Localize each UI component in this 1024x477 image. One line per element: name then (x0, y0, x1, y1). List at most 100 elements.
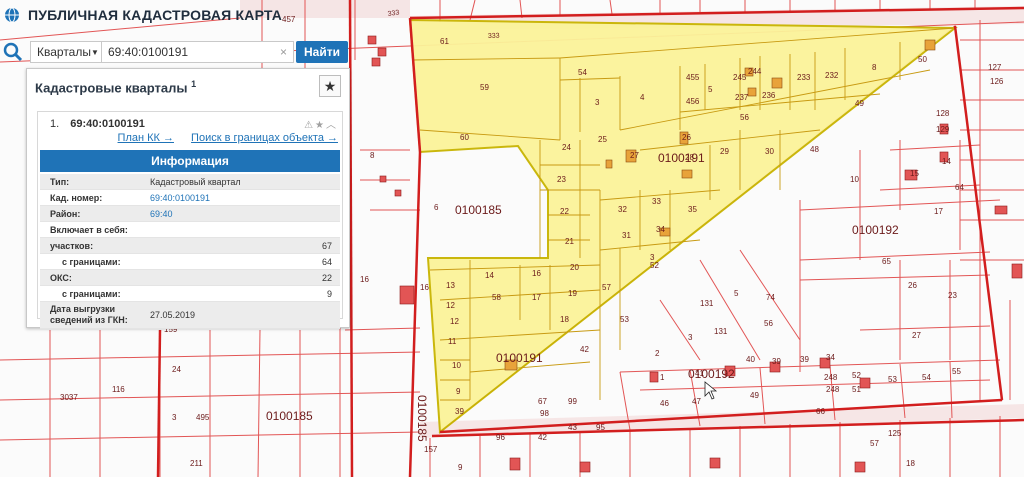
search-in-bounds-link[interactable]: Поиск в границах объекта → (191, 132, 338, 144)
parcel-label: 13 (446, 281, 455, 290)
search-type-select[interactable]: Кварталы ▼ (30, 41, 102, 63)
parcel-label: 67 (538, 397, 547, 406)
table-row: Включает в себя: (40, 222, 340, 238)
parcel-label: 3 (688, 333, 693, 342)
table-row: участков: 67 (40, 238, 340, 254)
result-header: 1. 69:40:0100191 (50, 118, 145, 130)
row-key-line: Дата выгрузки (50, 304, 116, 314)
globe-logo-icon (5, 7, 19, 23)
parcel-label: 52 (650, 261, 659, 270)
parcel-label: 64 (955, 183, 964, 192)
parcel-label: 10 (850, 175, 859, 184)
result-tools: ⚠★︿ (304, 116, 338, 131)
quarter-label: 0100185 (455, 203, 502, 217)
find-button[interactable]: Найти (296, 41, 348, 63)
parcel-label: 15 (910, 169, 919, 178)
parcel-label: 14 (485, 271, 494, 280)
parcel-label: 16 (532, 269, 541, 278)
parcel-label: 22 (560, 207, 569, 216)
quarter-label: 0100185 (415, 395, 429, 442)
parcel-label: 46 (660, 399, 669, 408)
parcel-label: 66 (816, 407, 825, 416)
parcel-label: 456 (686, 97, 700, 106)
collapse-icon[interactable]: ︿ (326, 120, 338, 131)
parcel-label: 6 (434, 203, 439, 212)
parcel-label: 25 (598, 135, 607, 144)
parcel-label: 39 (800, 355, 809, 364)
parcel-label: 49 (750, 391, 759, 400)
parcel-label: 236 (762, 91, 776, 100)
parcel-label: 53 (620, 315, 629, 324)
parcel-label: 12 (446, 301, 455, 310)
parcel-label: 50 (918, 55, 927, 64)
parcel-label: 98 (540, 409, 549, 418)
parcel-label: 9 (456, 387, 461, 396)
row-key: Тип: (50, 176, 70, 187)
parcel-label: 131 (700, 299, 714, 308)
parcel-label: 19 (568, 289, 577, 298)
parcel-label: 125 (888, 429, 902, 438)
parcel-label: 56 (764, 319, 773, 328)
favorite-star-button[interactable]: ★ (319, 75, 341, 97)
search-icon[interactable] (2, 41, 24, 63)
cadastral-number-link[interactable]: 69:40:0100191 (150, 193, 340, 203)
search-input[interactable]: 69:40:0100191 × (102, 41, 294, 63)
row-value: Кадастровый квартал (150, 176, 241, 187)
row-key: Включает в себя: (50, 224, 128, 235)
parcel-label: 34 (656, 225, 665, 234)
row-key: участков: (50, 240, 94, 251)
parcel-label: 8 (872, 63, 877, 72)
parcel-label: 232 (825, 71, 839, 80)
parcel-label: 126 (990, 77, 1004, 86)
clear-icon[interactable]: × (280, 45, 287, 59)
table-row: Район: 69:40 (40, 206, 340, 222)
parcel-label: 56 (740, 113, 749, 122)
parcel-label: 40 (746, 355, 755, 364)
parcel-label: 24 (562, 143, 571, 152)
parcel-label: 4 (640, 93, 645, 102)
search-type-label: Кварталы (37, 45, 91, 59)
parcel-label: 131 (714, 327, 728, 336)
parcel-label: 245 (733, 73, 747, 82)
parcel-label: 1 (660, 373, 665, 382)
road-label: 333 (488, 33, 500, 40)
parcel-label: 2 (655, 349, 660, 358)
parcel-label: 47 (692, 397, 701, 406)
quarter-label: 0100192 (688, 367, 735, 381)
row-key: ОКС: (50, 272, 72, 283)
warning-icon[interactable]: ⚠ (304, 120, 315, 131)
row-value: 27.05.2019 (150, 310, 196, 320)
parcel-label: 57 (870, 439, 879, 448)
parcel-label: 127 (988, 63, 1002, 72)
parcel-label: 35 (688, 205, 697, 214)
parcel-label: 5 (708, 85, 713, 94)
parcel-label: 95 (596, 423, 605, 432)
parcel-label: 23 (948, 291, 957, 300)
parcel-label: 211 (190, 459, 203, 468)
parcel-label: 32 (618, 205, 627, 214)
parcel-label: 59 (480, 83, 489, 92)
result-card[interactable]: 1. 69:40:0100191 ⚠★︿ План КК → Поиск в г… (37, 111, 343, 329)
plan-link[interactable]: План КК → (118, 132, 174, 144)
parcel-label: 26 (682, 133, 691, 142)
parcel-label: 39 (772, 357, 781, 366)
parcel-label: 455 (686, 73, 700, 82)
parcel-label: 27 (630, 151, 639, 160)
results-panel: Кадастровые кварталы 1 ★ 1. 69:40:010019… (26, 68, 350, 329)
parcel-label: 52 (852, 371, 861, 380)
app-title: ПУБЛИЧНАЯ КАДАСТРОВАЯ КАРТА (28, 7, 283, 23)
parcel-label: 14 (942, 157, 951, 166)
row-key: Дата выгрузки сведений из ГКН: (40, 304, 150, 326)
parcel-label: 60 (460, 133, 469, 142)
star-outline-icon[interactable]: ★ (315, 120, 326, 131)
region-link[interactable]: 69:40 (150, 209, 340, 219)
parcel-label: 3 (172, 413, 177, 422)
parcel-label: 244 (748, 67, 762, 76)
parcel-label: 8 (370, 151, 375, 160)
parcel-label: 20 (570, 263, 579, 272)
parcel-label: 27 (912, 331, 921, 340)
parcel-label: 3037 (60, 393, 78, 402)
parcel-label: 30 (765, 147, 774, 156)
info-table: Тип: Кадастровый квартал Кад. номер: 69:… (40, 174, 340, 329)
search-query-text: 69:40:0100191 (108, 45, 189, 59)
